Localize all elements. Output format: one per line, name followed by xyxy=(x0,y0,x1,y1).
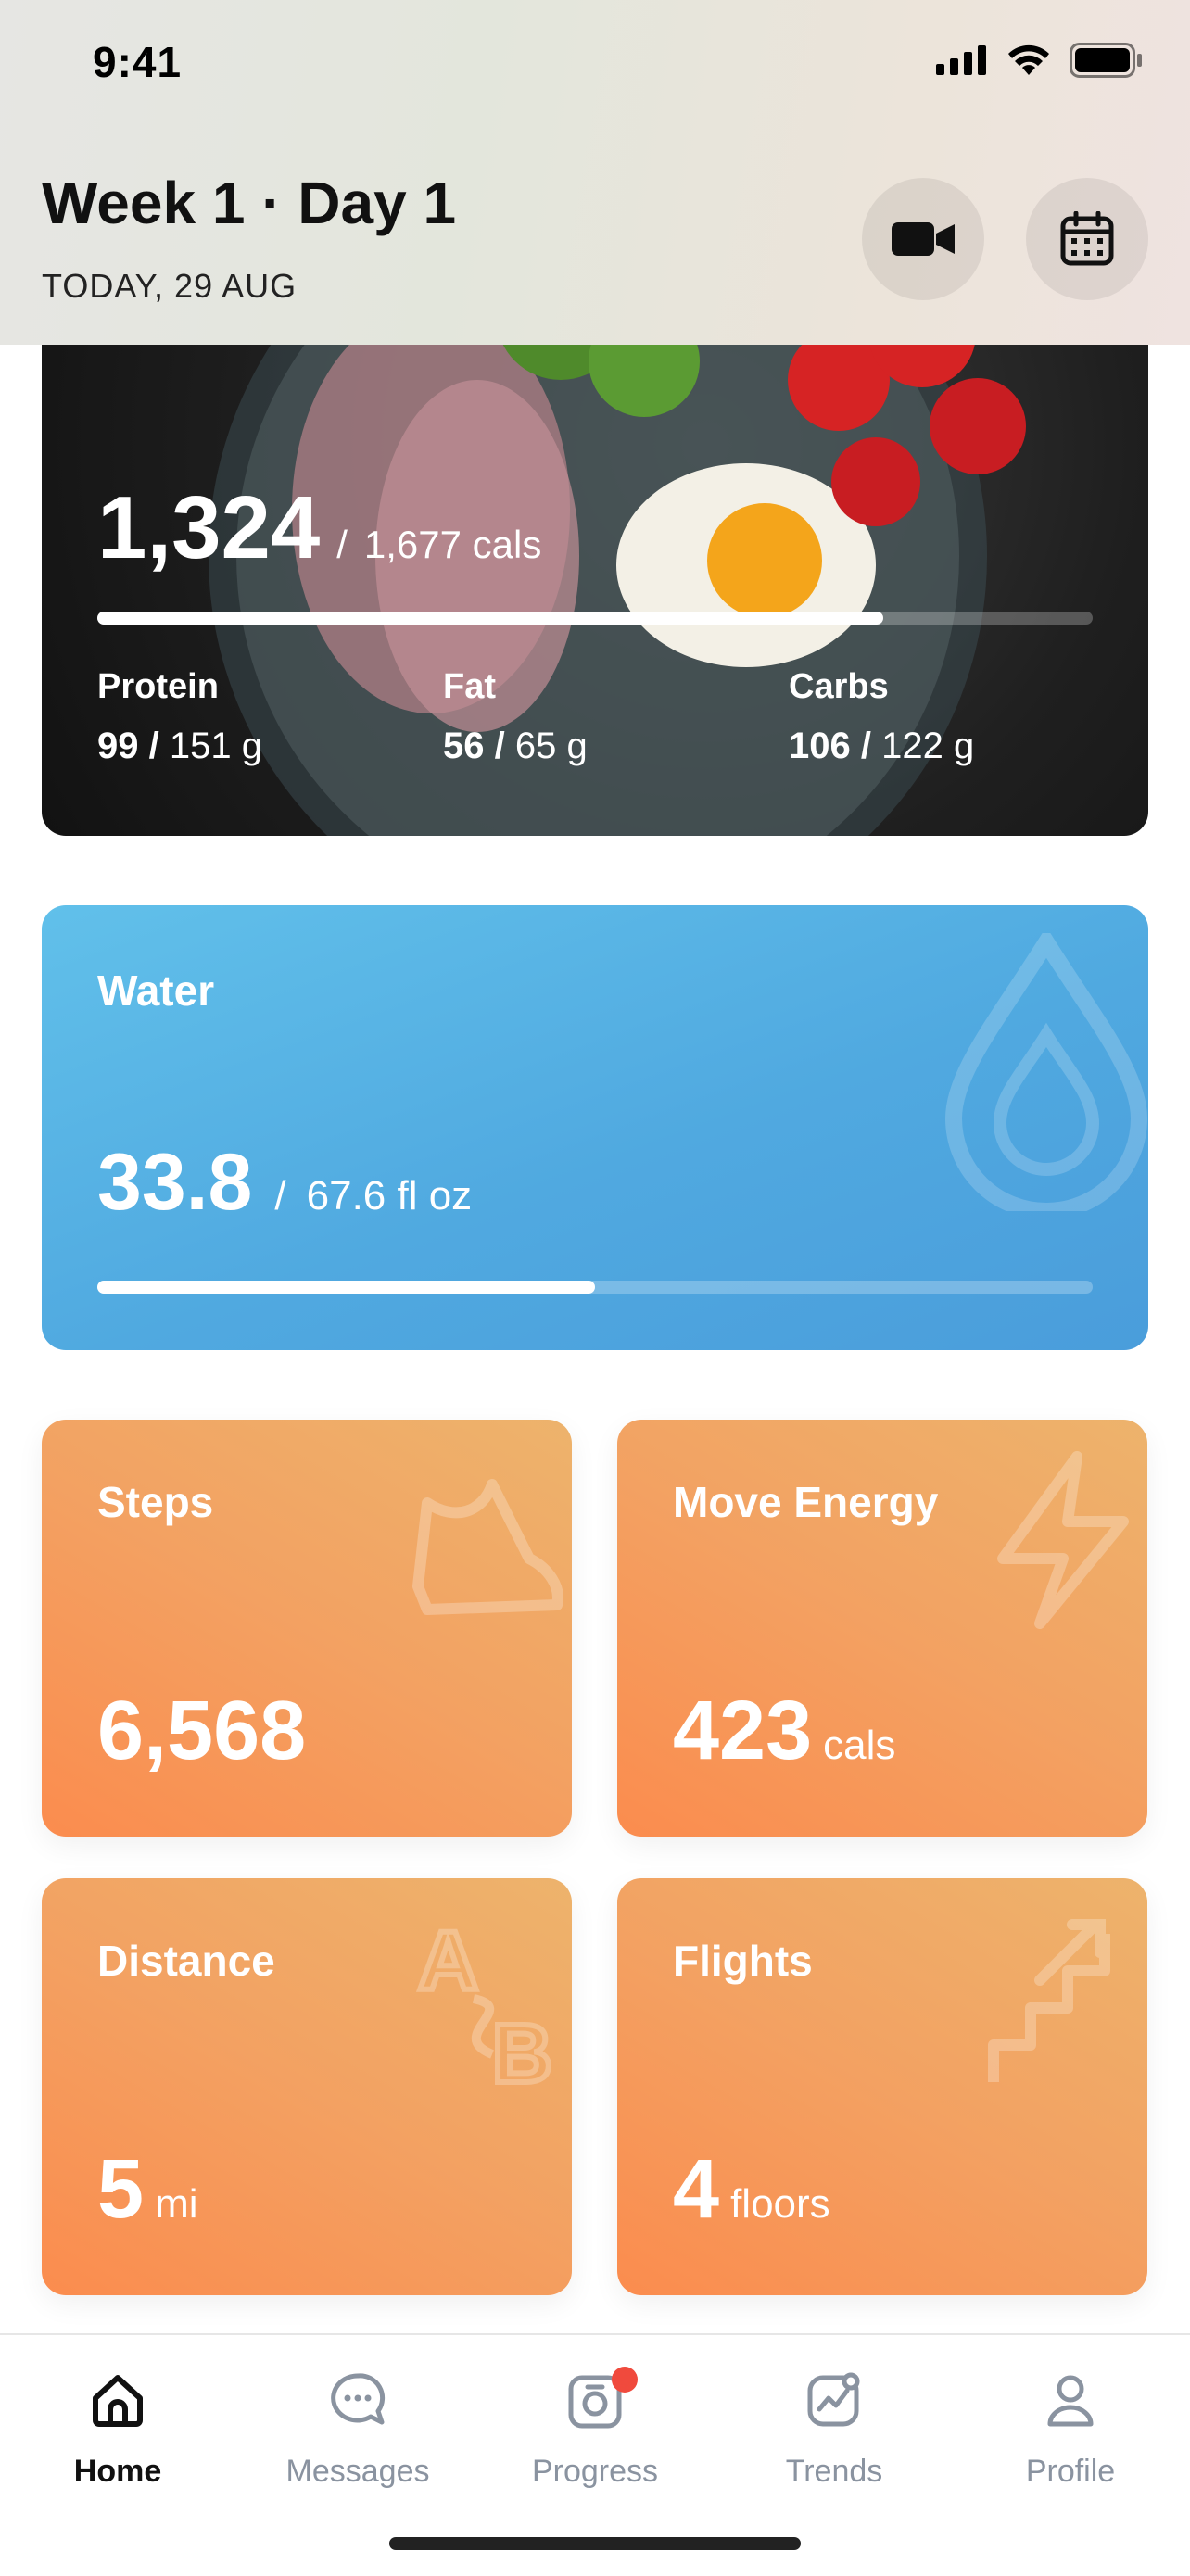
steps-value: 6,568 xyxy=(97,1685,307,1777)
notification-badge xyxy=(612,2367,638,2393)
water-label: Water xyxy=(97,966,215,1015)
calories-separator: / xyxy=(336,523,348,566)
messages-icon xyxy=(331,2373,386,2425)
water-drop-icon xyxy=(944,933,1148,1211)
steps-label: Steps xyxy=(97,1478,214,1526)
tab-label: Home xyxy=(73,2454,162,2489)
tab-label: Progress xyxy=(531,2454,659,2489)
steps-card[interactable]: Steps 6,568 xyxy=(42,1420,572,1837)
water-value: 33.8 xyxy=(97,1138,253,1227)
profile-icon xyxy=(1047,2375,1094,2427)
calories-consumed: 1,324 xyxy=(97,478,321,577)
move-energy-unit: cals xyxy=(823,1723,896,1768)
move-energy-value: 423 xyxy=(673,1685,813,1777)
calories-progress-fill xyxy=(97,612,884,625)
calendar-button[interactable] xyxy=(1026,178,1148,300)
video-button[interactable] xyxy=(862,178,984,300)
calories-progress-bar xyxy=(97,612,1093,625)
water-card[interactable]: Water 33.8 / 67.6 fl oz xyxy=(42,905,1148,1350)
tab-trends[interactable]: Trends xyxy=(732,2363,936,2490)
water-goal: 67.6 fl oz xyxy=(306,1173,473,1219)
tab-home[interactable]: Home xyxy=(16,2363,220,2490)
shoe-icon xyxy=(412,1479,563,1615)
flights-card[interactable]: Flights 4 floors xyxy=(617,1878,1147,2295)
move-energy-card[interactable]: Move Energy 423 cals xyxy=(617,1420,1147,1837)
macro-label: Protein xyxy=(97,667,219,706)
svg-text:A: A xyxy=(418,1915,478,2008)
home-icon xyxy=(93,2375,143,2427)
macro-goal: 151 g xyxy=(169,726,262,766)
tab-profile[interactable]: Profile xyxy=(968,2363,1172,2490)
status-time: 9:41 xyxy=(93,38,183,86)
macro-label: Fat xyxy=(443,667,496,706)
video-camera-icon xyxy=(892,222,955,256)
app-header: 9:41 Week 1 · Day 1 TODAY, 29 AUG xyxy=(0,0,1190,345)
lightning-icon xyxy=(997,1451,1129,1629)
calories-summary: 1,324 / 1,677 cals xyxy=(97,477,541,579)
macro-value: 56 xyxy=(443,726,485,766)
distance-value: 5 xyxy=(97,2143,145,2236)
macro-carbs: Carbs 106 / 122 g xyxy=(789,667,975,766)
macro-value: 99 xyxy=(97,726,139,766)
macro-goal: 65 g xyxy=(514,726,588,766)
distance-label: Distance xyxy=(97,1937,275,1985)
water-progress-fill xyxy=(97,1281,595,1294)
water-separator: / xyxy=(274,1173,286,1219)
page-title: Week 1 · Day 1 xyxy=(42,170,457,236)
distance-unit: mi xyxy=(155,2181,198,2227)
move-energy-label: Move Energy xyxy=(673,1478,939,1526)
tab-label: Profile xyxy=(1025,2454,1116,2489)
macro-protein: Protein 99 / 151 g xyxy=(97,667,262,766)
flights-unit: floors xyxy=(730,2181,830,2227)
distance-card[interactable]: A B Distance 5 mi xyxy=(42,1878,572,2295)
macro-goal: 122 g xyxy=(881,726,975,766)
page-date: TODAY, 29 AUG xyxy=(42,267,298,305)
macro-fat: Fat 56 / 65 g xyxy=(443,667,588,766)
trends-icon xyxy=(807,2372,860,2427)
svg-text:B: B xyxy=(492,2008,552,2091)
stairs-icon xyxy=(988,1919,1110,2082)
battery-icon xyxy=(1070,43,1142,78)
flights-label: Flights xyxy=(673,1937,813,1985)
water-progress-bar xyxy=(97,1281,1093,1294)
calories-card[interactable]: 1,324 / 1,677 cals Protein 99 / 151 g Fat … xyxy=(42,278,1148,836)
wifi-icon xyxy=(1008,44,1049,75)
tab-progress[interactable]: Progress xyxy=(493,2363,697,2490)
calories-goal: 1,677 cals xyxy=(363,523,542,566)
calendar-icon xyxy=(1060,211,1114,266)
flights-value: 4 xyxy=(673,2143,720,2236)
macro-value: 106 xyxy=(789,726,851,766)
macro-label: Carbs xyxy=(789,667,889,706)
a-to-b-icon: A B xyxy=(415,1913,555,2091)
home-indicator xyxy=(389,2537,801,2550)
tab-messages[interactable]: Messages xyxy=(256,2363,460,2490)
tab-label: Trends xyxy=(785,2454,883,2489)
status-icons xyxy=(936,43,1144,78)
water-value-row: 33.8 / 67.6 fl oz xyxy=(97,1137,472,1229)
signal-icon xyxy=(936,45,986,75)
tab-label: Messages xyxy=(285,2454,430,2489)
